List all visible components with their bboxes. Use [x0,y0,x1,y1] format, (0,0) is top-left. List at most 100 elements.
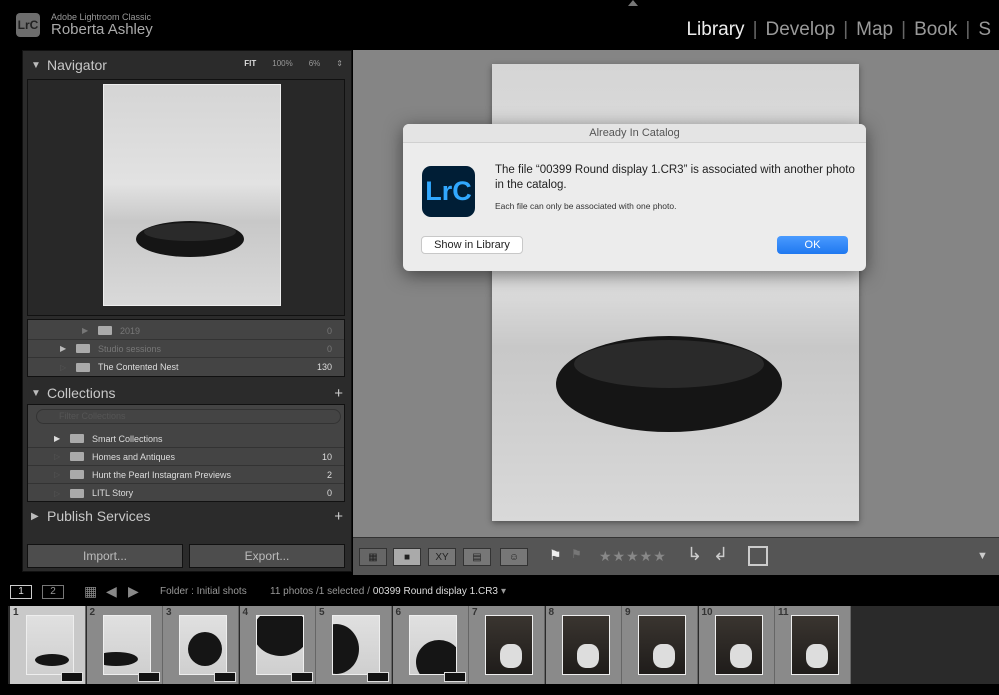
thumbnail-number: 1 [13,607,19,618]
grid-view-icon[interactable]: ▦ [359,548,387,566]
collapse-top-panel-icon[interactable] [628,0,638,6]
expand-icon[interactable]: ▶ [60,344,76,353]
thumbnail-number: 8 [548,607,555,618]
module-slideshow[interactable]: S [970,19,999,41]
export-button[interactable]: Export... [189,544,345,568]
source-label[interactable]: Folder : Initial shots [160,586,247,597]
module-map[interactable]: Map [848,19,901,41]
crop-adjusted-badge-icon[interactable] [137,672,160,682]
toolbar-menu-icon[interactable]: ▼ [977,550,988,562]
navigator-preview[interactable] [27,79,345,316]
publish-services-title: Publish Services [47,508,151,524]
crop-face-icon[interactable] [748,546,768,566]
show-in-library-button[interactable]: Show in Library [421,236,523,254]
zoom-100[interactable]: 100% [272,59,292,68]
thumbnail-image [332,615,380,675]
import-button[interactable]: Import... [27,544,183,568]
filmstrip-thumbnail[interactable]: 10 [698,606,775,684]
stand-top-shape [144,223,236,241]
smart-collection-icon [70,434,84,443]
collection-row[interactable]: ▶ Smart Collections [28,430,344,448]
reject-flag-icon[interactable]: ⚑ [571,547,582,561]
thumbnail-image [408,615,457,675]
secondary-window-button[interactable]: 2 [42,585,64,599]
collection-name: LITL Story [92,488,134,498]
thumbnail-image [485,615,533,675]
module-book[interactable]: Book [906,19,965,41]
folder-row[interactable]: ▶ Studio sessions 0 [28,340,344,358]
filmstrip-thumbnail[interactable]: 4 [239,606,316,684]
zoom-fit[interactable]: FIT [244,59,256,68]
expand-icon[interactable]: ▶ [54,434,70,443]
thumbnail-subject [415,640,456,674]
filmstrip-thumbnail[interactable]: 8 [545,606,622,684]
folder-count: 130 [316,362,332,372]
zoom-stepper-icon[interactable]: ⇕ [336,59,343,68]
folder-icon [76,362,90,372]
zoom-custom[interactable]: 6% [309,59,321,68]
people-view-icon[interactable]: ☺ [500,548,528,566]
add-publish-service-icon[interactable]: + [334,508,343,525]
filmstrip-thumbnail[interactable]: 5 [316,606,392,684]
top-bar: LrC Adobe Lightroom Classic Roberta Ashl… [0,0,999,48]
crop-adjusted-badge-icon[interactable] [443,672,466,682]
lrc-logo: LrC [16,13,40,37]
folder-count: 0 [326,343,332,354]
left-panel: ▼ Navigator FIT 100% 6% ⇕ ▶ 2019 0 ▶ Studio… [22,50,352,572]
thumbnail-subject [35,654,69,666]
thumbnail-subject [576,644,599,668]
collection-row[interactable]: ▷ LITL Story 0 [28,484,344,502]
thumbnail-subject [653,644,675,668]
expand-icon[interactable]: ▶ [82,326,98,335]
thumbnail-subject [500,644,522,668]
filmstrip-thumbnail[interactable]: 3 [163,606,239,684]
flag-icon[interactable]: ⚑ [549,547,562,564]
filmstrip-thumbnail[interactable]: 9 [622,606,698,684]
survey-view-icon[interactable]: ▤ [463,548,491,566]
back-arrow-icon[interactable]: ◀ [106,583,117,600]
collection-row[interactable]: ▷ Hunt the Pearl Instagram Previews 2 [28,466,344,484]
rotate-right-icon[interactable]: ↲ [713,544,728,565]
rotate-left-icon[interactable]: ↳ [687,544,702,565]
filmstrip-thumbnail[interactable]: 6 [392,606,469,684]
collection-row[interactable]: ▷ Homes and Antiques 10 [28,448,344,466]
ok-button[interactable]: OK [777,236,848,254]
loupe-view-icon[interactable]: ■ [393,548,421,566]
module-develop[interactable]: Develop [758,19,844,41]
crop-adjusted-badge-icon[interactable] [367,672,389,682]
forward-arrow-icon[interactable]: ▶ [128,583,139,600]
collection-count: 2 [326,469,332,480]
main-window-button[interactable]: 1 [10,585,32,599]
add-collection-icon[interactable]: + [334,385,343,402]
filmstrip-thumbnail[interactable]: 2 [86,606,163,684]
thumbnail-image [255,615,304,675]
publish-services-header[interactable]: ▶ Publish Services + [23,505,351,527]
folder-name: The Contented Nest [98,362,179,372]
filmstrip-thumbnail[interactable]: 7 [469,606,545,684]
filmstrip-thumbnail[interactable]: 1 [10,606,86,684]
filmstrip-thumbnail[interactable]: 11 [775,606,851,684]
folder-icon [76,344,90,353]
thumbnail-subject [188,632,222,666]
thumbnail-number: 5 [319,607,325,618]
collection-icon [70,470,84,479]
filter-collections-input[interactable]: Filter Collections [36,409,341,424]
crop-adjusted-badge-icon[interactable] [290,672,313,682]
selected-filename[interactable]: 00399 Round display 1.CR3 [373,586,498,597]
crop-adjusted-badge-icon[interactable] [214,672,236,682]
folder-row[interactable]: ▶ 2019 0 [28,322,344,340]
dropdown-icon[interactable]: ▾ [501,586,506,597]
navigator-photo [103,84,281,306]
thumbnail-number: 2 [89,607,96,618]
module-library[interactable]: Library [678,19,752,41]
folder-row[interactable]: ▷ The Contented Nest 130 [28,358,344,376]
compare-view-icon[interactable]: XY [428,548,456,566]
collections-header[interactable]: ▼ Collections + [23,382,351,404]
collapse-triangle-icon: ▼ [31,59,41,71]
crop-adjusted-badge-icon[interactable] [61,672,83,682]
star-rating[interactable]: ★★★★★ [599,548,667,565]
thumbnail-image [561,615,610,675]
navigator-header[interactable]: ▼ Navigator FIT 100% 6% ⇕ [23,54,351,76]
grid-icon[interactable]: ▦ [84,583,97,600]
dialog-submessage: Each file can only be associated with on… [495,201,677,211]
